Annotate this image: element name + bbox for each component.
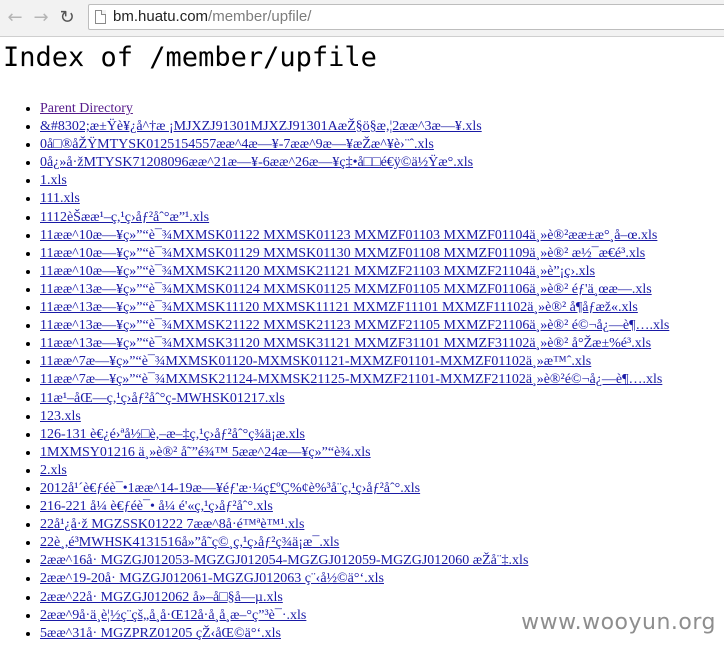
- file-link[interactable]: 2ææ^19-20å· MGZGJ012061-MGZGJ012063 ç¨‹å…: [40, 571, 384, 586]
- file-list-item: 11ææ^7æ—¥ç»”“è¯¾MXMSK01120-MXMSK01121-MX…: [40, 353, 724, 371]
- file-link[interactable]: 111.xls: [40, 191, 80, 206]
- file-link[interactable]: 11ææ^10æ—¥ç»”“è¯¾MXMSK21120 MXMSK21121 M…: [40, 264, 595, 279]
- file-link[interactable]: 0å□®åŽŸMTYSK0125154557ææ^4æ—¥-7ææ^9æ—¥æŽ…: [40, 137, 434, 152]
- file-list-item: 1.xls: [40, 172, 724, 190]
- page-title: Index of /member/upfile: [3, 42, 377, 73]
- file-link[interactable]: &#8302;æ±Ÿè¥¿å^†æ ¡MJXZJ91301MJXZJ91301A…: [40, 119, 482, 134]
- file-link[interactable]: 1.xls: [40, 173, 67, 188]
- file-link[interactable]: 11ææ^13æ—¥ç»”“è¯¾MXMSK21122 MXMSK21123 M…: [40, 318, 669, 333]
- file-list-item: 2ææ^16å· MGZGJ012053-MGZGJ012054-MGZGJ01…: [40, 552, 724, 570]
- file-link[interactable]: 2ææ^16å· MGZGJ012053-MGZGJ012054-MGZGJ01…: [40, 553, 528, 568]
- back-arrow-icon[interactable]: ←: [4, 6, 26, 28]
- file-list-item: &#8302;æ±Ÿè¥¿å^†æ ¡MJXZJ91301MJXZJ91301A…: [40, 118, 724, 136]
- file-list-item: 123.xls: [40, 408, 724, 426]
- file-list-item: 11æ¹–åŒ—ç,¹ç›åƒ²åˆ°ç-MWHSK01217.xls: [40, 390, 724, 408]
- file-link[interactable]: 11ææ^10æ—¥ç»”“è¯¾MXMSK01129 MXMSK01130 M…: [40, 246, 645, 261]
- file-link[interactable]: 11ææ^10æ—¥ç»”“è¯¾MXMSK01122 MXMSK01123 M…: [40, 228, 657, 243]
- file-list: Parent Directory &#8302;æ±Ÿè¥¿å^†æ ¡MJXZJ…: [0, 100, 724, 643]
- url-host: bm.huatu.com: [113, 8, 209, 25]
- file-link[interactable]: 5ææ^31å· MGZPRZ01205 çŽ‹åŒ©ä°‘.xls: [40, 626, 281, 641]
- page-content: Index of /member/upfile Parent Directory…: [0, 36, 724, 651]
- file-list-item: 22å¹¿å·ž MGZSSK01222 7ææ^8å·é™ªè™¹.xls: [40, 516, 724, 534]
- address-bar[interactable]: bm.huatu.com/member/upfile/: [88, 4, 724, 30]
- file-list-item: 11ææ^10æ—¥ç»”“è¯¾MXMSK21120 MXMSK21121 M…: [40, 263, 724, 281]
- file-list-item: 0å¿»å·žMTYSK71208096ææ^21æ—¥-6ææ^26æ—¥ç‡…: [40, 154, 724, 172]
- file-list-item: 126-131 è€¿é›ªå½□è,–æ–‡ç,¹ç›åƒ²åˆ°ç­¾ä¡æ…: [40, 426, 724, 444]
- file-list-item: 11ææ^13æ—¥ç»”“è¯¾MXMSK21122 MXMSK21123 M…: [40, 317, 724, 335]
- file-list-item: 2ææ^19-20å· MGZGJ012061-MGZGJ012063 ç¨‹å…: [40, 570, 724, 588]
- file-list-item: 216-221 å¼ è€ƒéè¯• å¼ é'«ç,¹ç›åƒ²åˆ°.xls: [40, 498, 724, 516]
- file-list-item: 111.xls: [40, 190, 724, 208]
- file-list-item: 11ææ^13æ—¥ç»”“è¯¾MXMSK31120 MXMSK31121 M…: [40, 335, 724, 353]
- file-link[interactable]: 22è¸,é³MWHSK4131516å»”å˜ç©¸ç,¹ç›åƒ²ç­¾ä¡…: [40, 535, 339, 550]
- parent-directory-link[interactable]: Parent Directory: [40, 101, 133, 116]
- forward-arrow-icon[interactable]: →: [30, 6, 52, 28]
- file-list-item: 0å□®åŽŸMTYSK0125154557ææ^4æ—¥-7ææ^9æ—¥æŽ…: [40, 136, 724, 154]
- file-link[interactable]: 22å¹¿å·ž MGZSSK01222 7ææ^8å·é™ªè™¹.xls: [40, 517, 304, 532]
- file-link[interactable]: 2.xls: [40, 463, 67, 478]
- file-link[interactable]: 11ææ^7æ—¥ç»”“è¯¾MXMSK01120-MXMSK01121-MX…: [40, 354, 591, 369]
- file-list-item: 1MXMSY01216 ä¸»è®² å˜”é¾™ 5ææ^24æ—¥ç»”“è…: [40, 444, 724, 462]
- browser-toolbar: ← → ↻ bm.huatu.com/member/upfile/: [0, 0, 724, 37]
- file-link[interactable]: 11ææ^13æ—¥ç»”“è¯¾MXMSK31120 MXMSK31121 M…: [40, 336, 651, 351]
- file-link[interactable]: 11ææ^13æ—¥ç»”“è¯¾MXMSK11120 MXMSK11121 M…: [40, 300, 638, 315]
- file-list-item: 11ææ^7æ—¥ç»”“è¯¾MXMSK21124-MXMSK21125-MX…: [40, 371, 724, 389]
- file-list-item: 2.xls: [40, 462, 724, 480]
- file-list-item: 2ææ^22å· MGZGJ012062 å»–å□§å—µ.xls: [40, 589, 724, 607]
- page-icon: [95, 10, 106, 24]
- reload-icon[interactable]: ↻: [56, 6, 78, 28]
- file-link[interactable]: 0å¿»å·žMTYSK71208096ææ^21æ—¥-6ææ^26æ—¥ç‡…: [40, 155, 473, 170]
- file-link[interactable]: 11æ¹–åŒ—ç,¹ç›åƒ²åˆ°ç-MWHSK01217.xls: [40, 391, 285, 406]
- file-link[interactable]: 126-131 è€¿é›ªå½□è,–æ–‡ç,¹ç›åƒ²åˆ°ç­¾ä¡æ…: [40, 427, 305, 442]
- watermark: www.wooyun.org: [521, 610, 716, 635]
- parent-directory-item: Parent Directory: [40, 100, 724, 118]
- file-list-item: 1112èŠææ¹–ç,¹ç›åƒ²åˆ°æ”¹.xls: [40, 209, 724, 227]
- file-link[interactable]: 11ææ^13æ—¥ç»”“è¯¾MXMSK01124 MXMSK01125 M…: [40, 282, 652, 297]
- file-list-item: 11ææ^13æ—¥ç»”“è¯¾MXMSK11120 MXMSK11121 M…: [40, 299, 724, 317]
- file-list-item: 22è¸,é³MWHSK4131516å»”å˜ç©¸ç,¹ç›åƒ²ç­¾ä¡…: [40, 534, 724, 552]
- file-link[interactable]: 2ææ^22å· MGZGJ012062 å»–å□§å—µ.xls: [40, 590, 283, 605]
- file-link[interactable]: 1MXMSY01216 ä¸»è®² å˜”é¾™ 5ææ^24æ—¥ç»”“è…: [40, 445, 371, 460]
- file-link[interactable]: 2012å¹´è€ƒéè¯•1ææ^14-19æ—¥éƒ'æ·¼ç£ºÇ%¢è%…: [40, 481, 420, 496]
- file-link[interactable]: 216-221 å¼ è€ƒéè¯• å¼ é'«ç,¹ç›åƒ²åˆ°.xls: [40, 499, 273, 514]
- file-link[interactable]: 123.xls: [40, 409, 81, 424]
- file-list-item: 11ææ^10æ—¥ç»”“è¯¾MXMSK01129 MXMSK01130 M…: [40, 245, 724, 263]
- file-link[interactable]: 1112èŠææ¹–ç,¹ç›åƒ²åˆ°æ”¹.xls: [40, 210, 209, 225]
- file-list-item: 11ææ^13æ—¥ç»”“è¯¾MXMSK01124 MXMSK01125 M…: [40, 281, 724, 299]
- url-path: /member/upfile/: [208, 8, 312, 25]
- address-bar-url[interactable]: bm.huatu.com/member/upfile/: [113, 8, 311, 25]
- file-link[interactable]: 11ææ^7æ—¥ç»”“è¯¾MXMSK21124-MXMSK21125-MX…: [40, 372, 662, 387]
- file-list-item: 2012å¹´è€ƒéè¯•1ææ^14-19æ—¥éƒ'æ·¼ç£ºÇ%¢è%…: [40, 480, 724, 498]
- file-link[interactable]: 2ææ^9å·ä¸è¦½ç¨çš„å¸å·Œ12å·å¸å¸æ–°ç”³è¯·.…: [40, 608, 306, 623]
- file-list-item: 11ææ^10æ—¥ç»”“è¯¾MXMSK01122 MXMSK01123 M…: [40, 227, 724, 245]
